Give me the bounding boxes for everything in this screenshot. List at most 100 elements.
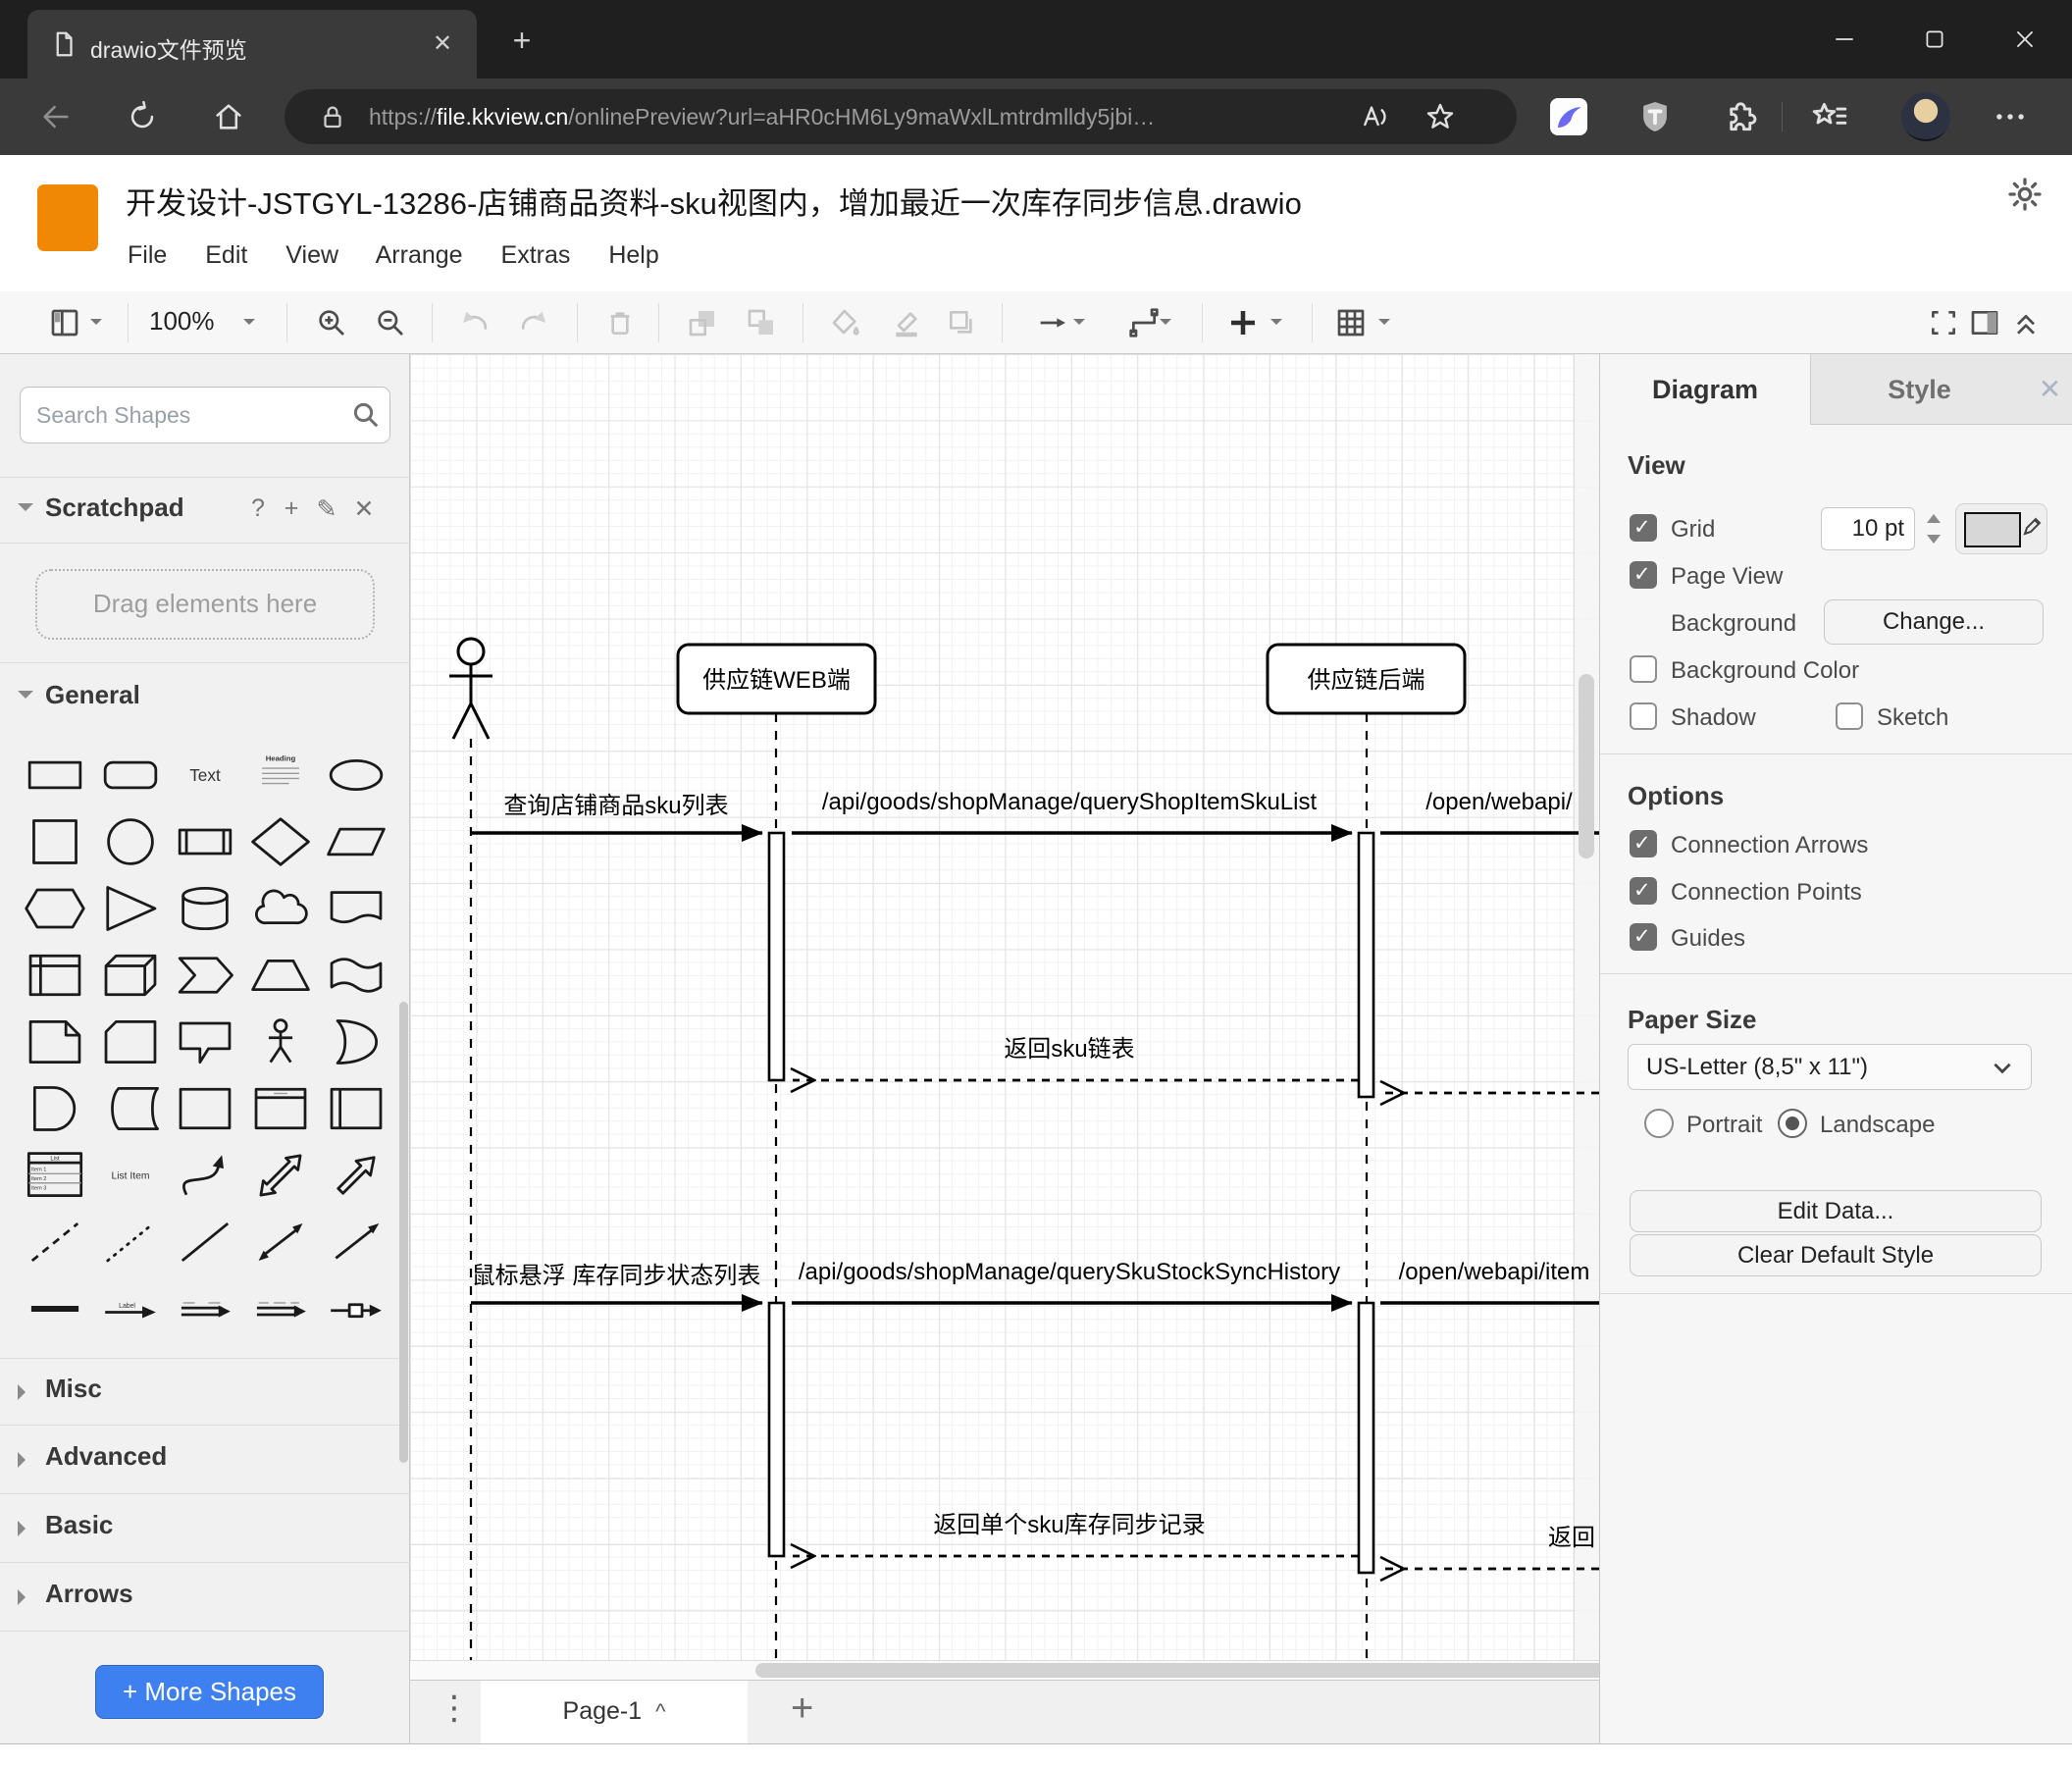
shape-callout[interactable]: [168, 1009, 243, 1075]
panel-layout-icon[interactable]: [49, 307, 80, 338]
shape-ellipse[interactable]: [318, 742, 393, 808]
tab-close-icon[interactable]: ✕: [426, 27, 459, 61]
add-page-button[interactable]: +: [791, 1687, 813, 1731]
profile-avatar[interactable]: [1901, 92, 1950, 141]
menu-file[interactable]: File: [128, 241, 167, 269]
clear-default-style-button[interactable]: Clear Default Style: [1630, 1234, 2042, 1276]
undo-icon[interactable]: [459, 307, 491, 338]
section-advanced[interactable]: Advanced: [0, 1439, 410, 1480]
shadow-icon[interactable]: [946, 307, 977, 338]
zoom-in-icon[interactable]: [316, 307, 347, 338]
shape-process[interactable]: [168, 808, 243, 875]
insert-caret[interactable]: [1270, 319, 1282, 331]
portrait-radio[interactable]: [1644, 1109, 1674, 1138]
scratchpad-drop-zone[interactable]: Drag elements here: [35, 569, 375, 640]
backend-activation-2[interactable]: [1357, 1301, 1375, 1575]
shape-or[interactable]: [318, 1009, 393, 1075]
scratchpad-edit-icon[interactable]: ✎: [312, 494, 341, 524]
shape-text[interactable]: Text: [168, 742, 243, 808]
shape-diamond[interactable]: [243, 808, 319, 875]
shape-bidirectional-connector[interactable]: [243, 1209, 319, 1275]
shape-document[interactable]: [318, 875, 393, 942]
shape-cube[interactable]: [93, 942, 169, 1009]
pages-menu-icon[interactable]: ⋮: [438, 1688, 471, 1728]
shape-label-arrow[interactable]: Label: [93, 1275, 169, 1342]
url-field[interactable]: https://file.kkview.cn/onlinePreview?url…: [285, 89, 1517, 144]
canvas-vertical-scrollbar[interactable]: [1579, 674, 1594, 858]
grid-color-swatch[interactable]: [1964, 512, 2021, 547]
shape-list-item[interactable]: List Item: [93, 1142, 169, 1209]
shape-link[interactable]: [168, 1275, 243, 1342]
shape-tape[interactable]: [318, 942, 393, 1009]
shape-directional-connector[interactable]: [318, 1209, 393, 1275]
actor-figure[interactable]: [449, 637, 492, 740]
panel-layout-caret[interactable]: [90, 319, 102, 331]
connection-icon[interactable]: [1038, 307, 1069, 338]
scratchpad-add-icon[interactable]: +: [277, 494, 306, 523]
shape-vertical-container[interactable]: [318, 1075, 393, 1142]
lock-icon[interactable]: [318, 102, 347, 131]
shape-arrow-box[interactable]: [318, 1275, 393, 1342]
shape-trapezoid[interactable]: [243, 942, 319, 1009]
shadow-checkbox[interactable]: [1630, 702, 1657, 730]
shape-square[interactable]: [18, 808, 93, 875]
connection-caret[interactable]: [1073, 319, 1085, 331]
to-front-icon[interactable]: [687, 307, 718, 338]
home-icon[interactable]: [212, 100, 245, 133]
shape-data-storage[interactable]: [93, 1075, 169, 1142]
menu-extras[interactable]: Extras: [501, 241, 571, 269]
landscape-radio[interactable]: [1778, 1109, 1807, 1138]
canvas-horizontal-scrollbar[interactable]: [755, 1663, 1599, 1678]
shape-curve[interactable]: [168, 1142, 243, 1209]
window-maximize-button[interactable]: [1890, 0, 1980, 78]
menu-view[interactable]: View: [285, 241, 338, 269]
shape-note[interactable]: [18, 1009, 93, 1075]
shape-textbox[interactable]: Heading: [243, 742, 319, 808]
sidebar-scrollbar[interactable]: [399, 1002, 408, 1463]
panel-close-icon[interactable]: ✕: [2028, 354, 2072, 425]
waypoints-caret[interactable]: [1160, 319, 1171, 331]
to-back-icon[interactable]: [746, 307, 777, 338]
zoom-out-icon[interactable]: [375, 307, 406, 338]
extensions-puzzle-icon[interactable]: [1723, 98, 1760, 135]
shape-dotted-line[interactable]: [93, 1209, 169, 1275]
new-tab-button[interactable]: +: [502, 22, 542, 61]
page-caret-icon[interactable]: ^: [655, 1699, 665, 1724]
shield-extension-icon[interactable]: [1636, 98, 1674, 135]
shape-circle[interactable]: [93, 808, 169, 875]
menu-help[interactable]: Help: [608, 241, 658, 269]
grid-size-input[interactable]: [1821, 507, 1915, 550]
refresh-icon[interactable]: [126, 100, 159, 133]
connection-arrows-checkbox[interactable]: [1630, 830, 1657, 857]
shape-card[interactable]: [93, 1009, 169, 1075]
shape-parallelogram[interactable]: [318, 808, 393, 875]
window-close-button[interactable]: [1980, 0, 2070, 78]
window-minimize-button[interactable]: [1799, 0, 1890, 78]
shape-actor[interactable]: [243, 1009, 319, 1075]
section-misc[interactable]: Misc: [0, 1372, 410, 1413]
line-color-icon[interactable]: [891, 307, 922, 338]
scratchpad-header[interactable]: Scratchpad ? + ✎ ✕: [0, 491, 410, 532]
search-icon[interactable]: [351, 400, 381, 430]
guides-checkbox[interactable]: [1630, 923, 1657, 951]
lifeline-backend-box[interactable]: 供应链后端: [1266, 643, 1467, 715]
bird-extension-icon[interactable]: [1550, 98, 1587, 135]
lifeline-web-box[interactable]: 供应链WEB端: [676, 643, 877, 715]
redo-icon[interactable]: [518, 307, 549, 338]
waypoints-icon[interactable]: [1128, 307, 1160, 338]
edit-data-button[interactable]: Edit Data...: [1630, 1190, 2042, 1232]
menu-edit[interactable]: Edit: [205, 241, 247, 269]
table-icon[interactable]: [1335, 307, 1367, 338]
back-icon[interactable]: [39, 100, 73, 133]
tab-style[interactable]: Style: [1810, 354, 2028, 425]
shape-and[interactable]: [18, 1075, 93, 1142]
backend-activation-1[interactable]: [1357, 831, 1375, 1099]
search-shapes-input[interactable]: [20, 387, 390, 443]
diagram-canvas[interactable]: 供应链WEB端 供应链后端 查询店铺商品sku列表 /api/goods/sho…: [410, 354, 1599, 1680]
page-tab[interactable]: Page-1 ^: [481, 1681, 748, 1743]
zoom-level[interactable]: 100%: [149, 306, 215, 337]
fullscreen-icon[interactable]: [1928, 307, 1959, 338]
shape-arrow[interactable]: [318, 1142, 393, 1209]
read-aloud-icon[interactable]: [1360, 101, 1391, 132]
change-background-button[interactable]: Change...: [1824, 599, 2044, 645]
